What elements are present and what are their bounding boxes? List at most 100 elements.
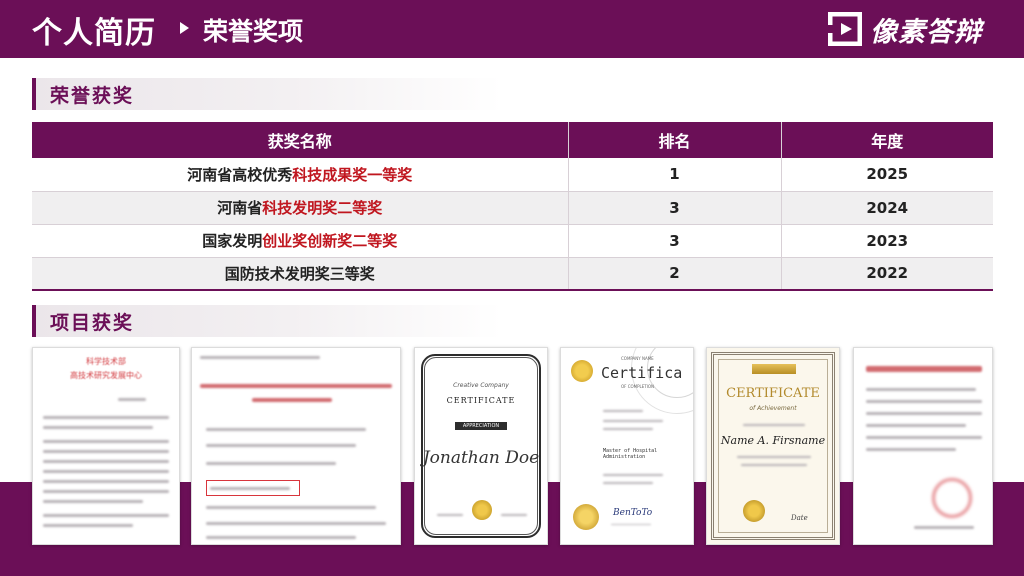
cert5-signature: Date	[791, 514, 808, 522]
blurred-text	[43, 470, 169, 473]
brand-logo: 像素答辩	[827, 10, 982, 48]
cert1-line2: 高技术研究发展中心	[70, 371, 142, 380]
blurred-text	[43, 514, 169, 517]
blurred-text	[200, 384, 392, 388]
blurred-text	[206, 444, 356, 447]
cert5-name: Name A. Firsname	[720, 434, 826, 447]
certificate-image-6	[853, 347, 993, 545]
blurred-text	[210, 487, 290, 490]
rank-cell: 3	[567, 224, 781, 258]
table-header-row: 获奖名称 排名 年度	[32, 122, 993, 158]
rank-cell: 2	[567, 257, 781, 291]
cert5-title: CERTIFICATE	[726, 386, 820, 401]
breadcrumb-arrow-icon	[180, 22, 189, 34]
signature-line	[611, 524, 651, 525]
gold-ribbon-icon	[752, 364, 796, 374]
gold-seal-icon	[573, 504, 599, 530]
blurred-text	[43, 490, 169, 493]
blurred-text	[206, 462, 336, 465]
blurred-text	[603, 482, 653, 484]
award-name-highlight: 创业奖创新奖二等奖	[262, 232, 398, 250]
blurred-text	[866, 436, 982, 439]
blurred-text	[43, 440, 169, 443]
section-accent-bar	[32, 78, 36, 110]
page-subtitle: 荣誉奖项	[203, 17, 304, 46]
award-name-plain: 国防技术发明奖三等奖	[224, 264, 375, 283]
blurred-text	[43, 450, 169, 453]
award-name-highlight: 科技成果奖一等奖	[292, 165, 413, 184]
cert3-ribbon: APPRECIATION	[415, 412, 547, 431]
awards-table: 获奖名称 排名 年度 河南省高校优秀科技成果奖一等奖 1 2025 河南省科技发…	[32, 122, 993, 291]
blurred-text	[43, 500, 143, 503]
blurred-text	[252, 398, 332, 402]
award-name-cell: 河南省科技发明奖二等奖	[32, 191, 568, 225]
cert4-company: COMPANY NAME	[621, 356, 654, 361]
section-projects: 项目获奖	[32, 305, 502, 337]
signature-line	[437, 514, 463, 516]
blurred-text	[206, 428, 366, 431]
certificate-image-1: 科学技术部 高技术研究发展中心	[32, 347, 180, 545]
gold-seal-icon	[743, 500, 765, 522]
blurred-text	[206, 506, 376, 509]
red-stamp-icon	[932, 478, 972, 518]
blurred-text	[603, 410, 643, 412]
year-cell: 2023	[780, 224, 993, 258]
cert3-company: Creative Company	[453, 382, 509, 389]
cert4-title: Certifica	[601, 364, 683, 382]
award-name-plain: 国家发明	[202, 232, 263, 250]
year-cell: 2025	[780, 158, 993, 192]
award-name-highlight: 科技发明奖二等奖	[262, 199, 383, 217]
blurred-text	[866, 388, 976, 391]
table-row: 河南省高校优秀科技成果奖一等奖 1 2025	[32, 158, 993, 192]
blurred-text	[206, 522, 386, 525]
section-accent-bar	[32, 305, 36, 337]
cert5-sub: of Achievement	[749, 405, 797, 412]
section-honors: 荣誉获奖	[32, 78, 502, 110]
blurred-text	[743, 424, 805, 426]
cert4-signature: BenToTo	[613, 508, 653, 518]
cert4-sub: OF COMPLETION	[621, 384, 655, 389]
blurred-text	[206, 536, 356, 539]
year-cell: 2024	[780, 191, 993, 225]
table-row: 河南省科技发明奖二等奖 3 2024	[32, 191, 993, 225]
award-name-cell: 河南省高校优秀科技成果奖一等奖	[32, 158, 568, 192]
blurred-text	[737, 456, 811, 458]
table-row: 国防技术发明奖三等奖 2 2022	[32, 257, 993, 291]
year-cell: 2022	[780, 257, 993, 291]
certificate-image-2	[191, 347, 401, 545]
blurred-text	[603, 428, 653, 430]
blurred-text	[43, 460, 169, 463]
table-row: 国家发明创业奖创新奖二等奖 3 2023	[32, 224, 993, 258]
column-header-name: 获奖名称	[32, 122, 568, 158]
logo-mark-icon	[827, 11, 863, 47]
blurred-text	[43, 416, 169, 419]
column-header-rank: 排名	[567, 122, 781, 158]
blurred-text	[914, 526, 974, 529]
page-title: 个人简历	[32, 16, 156, 51]
blurred-text	[43, 480, 169, 483]
blurred-text	[866, 366, 982, 372]
certificate-image-3: Creative Company CERTIFICATE APPRECIATIO…	[414, 347, 548, 545]
header-bar: 个人简历 荣誉奖项 像素答辩	[0, 0, 1024, 58]
blurred-text	[603, 474, 663, 476]
gold-seal-icon	[472, 500, 492, 520]
blurred-text	[43, 524, 133, 527]
award-name-cell: 国防技术发明奖三等奖	[32, 257, 568, 291]
rank-cell: 3	[567, 191, 781, 225]
blurred-text	[866, 412, 982, 415]
award-name-plain: 河南省	[217, 199, 263, 217]
cert3-name: Jonathan Doe	[422, 448, 540, 468]
award-name-plain: 河南省高校优秀	[187, 165, 293, 184]
certificate-image-4: COMPANY NAME Certifica OF COMPLETION Mas…	[560, 347, 694, 545]
blurred-text	[741, 464, 807, 466]
cert3-title: CERTIFICATE	[446, 396, 516, 405]
blurred-text	[118, 398, 146, 401]
cert3-ribbon-text: APPRECIATION	[454, 422, 508, 430]
blurred-text	[200, 356, 320, 359]
blurred-text	[43, 426, 153, 429]
blurred-text	[866, 448, 956, 451]
blurred-text	[866, 424, 966, 427]
section-title: 项目获奖	[50, 312, 135, 334]
logo-text: 像素答辩	[870, 16, 982, 48]
signature-line	[501, 514, 527, 516]
